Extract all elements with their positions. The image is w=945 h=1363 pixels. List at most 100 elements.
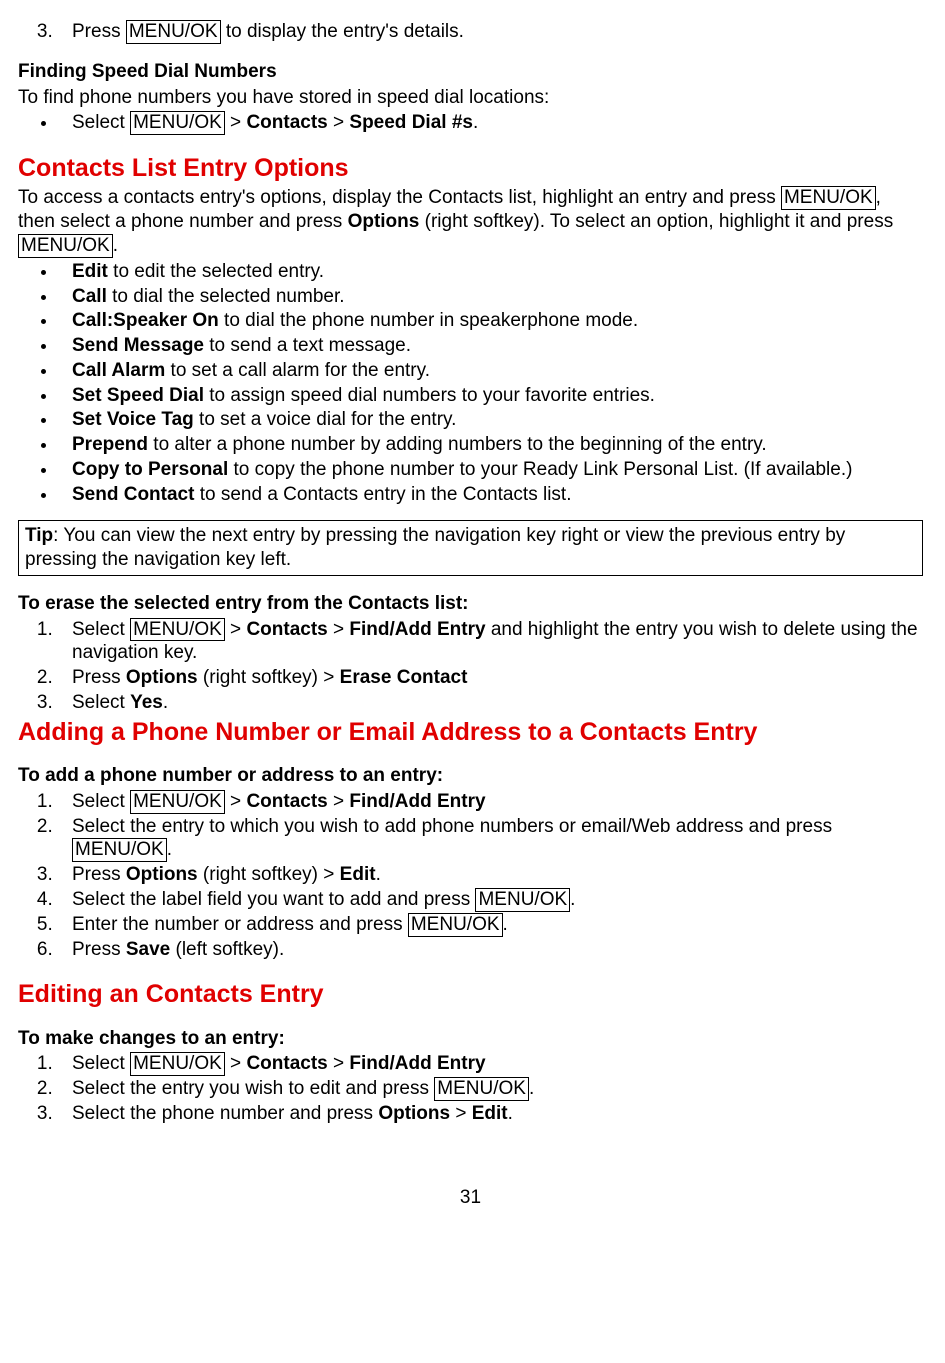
finding-item: Select MENU/OK > Contacts > Speed Dial #… bbox=[58, 111, 923, 135]
save-word: Save bbox=[126, 939, 170, 960]
findadd-word: Find/Add Entry bbox=[349, 791, 485, 812]
add-step1: Select MENU/OK > Contacts > Find/Add Ent… bbox=[58, 790, 923, 814]
erase2-b: (right softkey) > bbox=[198, 667, 340, 688]
add6-a: Press bbox=[72, 939, 126, 960]
sep: > bbox=[328, 619, 350, 640]
erase-list: Select MENU/OK > Contacts > Find/Add Ent… bbox=[18, 618, 923, 715]
add-step3: Press Options (right softkey) > Edit. bbox=[58, 863, 923, 887]
add3-a: Press bbox=[72, 864, 126, 885]
opt-copy-desc: to copy the phone number to your Ready L… bbox=[228, 459, 852, 480]
options-heading: Contacts List Entry Options bbox=[18, 153, 923, 184]
options-list: Edit to edit the selected entry. Call to… bbox=[18, 260, 923, 507]
options-intro-c: (right softkey). To select an option, hi… bbox=[419, 211, 893, 232]
menuok-key: MENU/OK bbox=[408, 913, 503, 937]
edit-step1: Select MENU/OK > Contacts > Find/Add Ent… bbox=[58, 1052, 923, 1076]
edit-subhead: To make changes to an entry: bbox=[18, 1027, 923, 1051]
opt-msg-desc: to send a text message. bbox=[204, 335, 411, 356]
list-item: Set Voice Tag to set a voice dial for th… bbox=[58, 408, 923, 432]
menuok-key: MENU/OK bbox=[781, 186, 876, 210]
menuok-key: MENU/OK bbox=[72, 838, 167, 862]
menuok-key: MENU/OK bbox=[126, 20, 221, 44]
erase-heading: To erase the selected entry from the Con… bbox=[18, 592, 923, 616]
opt-sd-label: Set Speed Dial bbox=[72, 385, 204, 406]
menuok-key: MENU/OK bbox=[130, 618, 225, 642]
findadd-word: Find/Add Entry bbox=[349, 1053, 485, 1074]
step3-text-a: Press bbox=[72, 21, 126, 42]
opt-pre-label: Prepend bbox=[72, 434, 148, 455]
opt-vt-desc: to set a voice dial for the entry. bbox=[194, 409, 457, 430]
add4-b: . bbox=[570, 889, 575, 910]
edit1-a: Select bbox=[72, 1053, 130, 1074]
finding-text-a: Select bbox=[72, 112, 130, 133]
erase-step2: Press Options (right softkey) > Erase Co… bbox=[58, 666, 923, 690]
options-intro-d: . bbox=[113, 235, 118, 256]
options-word: Options bbox=[126, 667, 198, 688]
list-item: Copy to Personal to copy the phone numbe… bbox=[58, 458, 923, 482]
finding-text-b: > bbox=[225, 112, 247, 133]
list-item: Call Alarm to set a call alarm for the e… bbox=[58, 359, 923, 383]
opt-msg-label: Send Message bbox=[72, 335, 204, 356]
contacts-word: Contacts bbox=[246, 1053, 327, 1074]
finding-intro: To find phone numbers you have stored in… bbox=[18, 86, 923, 110]
opt-edit-desc: to edit the selected entry. bbox=[108, 261, 324, 282]
sep: > bbox=[225, 1053, 247, 1074]
add2-b: . bbox=[167, 839, 172, 860]
opt-send-desc: to send a Contacts entry in the Contacts… bbox=[194, 484, 571, 505]
step3-item: Press MENU/OK to display the entry's det… bbox=[58, 20, 923, 44]
contacts-word: Contacts bbox=[246, 112, 327, 133]
menuok-key: MENU/OK bbox=[130, 790, 225, 814]
sep: > bbox=[225, 791, 247, 812]
findadd-word: Find/Add Entry bbox=[349, 619, 485, 640]
add3-c: . bbox=[376, 864, 381, 885]
erase-step1: Select MENU/OK > Contacts > Find/Add Ent… bbox=[58, 618, 923, 666]
finding-text-c: > bbox=[328, 112, 350, 133]
edit-word: Edit bbox=[472, 1103, 508, 1124]
opt-vt-label: Set Voice Tag bbox=[72, 409, 194, 430]
editing-heading: Editing an Contacts Entry bbox=[18, 979, 923, 1010]
add3-b: (right softkey) > bbox=[198, 864, 340, 885]
add-subhead: To add a phone number or address to an e… bbox=[18, 764, 923, 788]
options-word: Options bbox=[126, 864, 198, 885]
options-word: Options bbox=[378, 1103, 450, 1124]
yes-word: Yes bbox=[130, 692, 163, 713]
finding-text-d: . bbox=[473, 112, 478, 133]
add-step5: Enter the number or address and press ME… bbox=[58, 913, 923, 937]
erase2-a: Press bbox=[72, 667, 126, 688]
menuok-key: MENU/OK bbox=[434, 1077, 529, 1101]
add5-b: . bbox=[503, 914, 508, 935]
menuok-key: MENU/OK bbox=[130, 1052, 225, 1076]
finding-list: Select MENU/OK > Contacts > Speed Dial #… bbox=[18, 111, 923, 135]
sep: > bbox=[328, 1053, 350, 1074]
edit-step2: Select the entry you wish to edit and pr… bbox=[58, 1077, 923, 1101]
add1-a: Select bbox=[72, 791, 130, 812]
opt-alarm-desc: to set a call alarm for the entry. bbox=[165, 360, 430, 381]
add6-b: (left softkey). bbox=[170, 939, 284, 960]
opt-call-desc: to dial the selected number. bbox=[107, 286, 345, 307]
list-item: Set Speed Dial to assign speed dial numb… bbox=[58, 384, 923, 408]
edit-word: Edit bbox=[340, 864, 376, 885]
list-item: Prepend to alter a phone number by addin… bbox=[58, 433, 923, 457]
edit3-b: > bbox=[450, 1103, 472, 1124]
adding-heading: Adding a Phone Number or Email Address t… bbox=[18, 717, 923, 748]
list-item: Call to dial the selected number. bbox=[58, 285, 923, 309]
list-item: Send Message to send a text message. bbox=[58, 334, 923, 358]
add-step4: Select the label field you want to add a… bbox=[58, 888, 923, 912]
list-item: Call:Speaker On to dial the phone number… bbox=[58, 309, 923, 333]
erase3-b: . bbox=[163, 692, 168, 713]
erase-step3: Select Yes. bbox=[58, 691, 923, 715]
speeddial-word: Speed Dial #s bbox=[349, 112, 473, 133]
sep: > bbox=[328, 791, 350, 812]
add-list: Select MENU/OK > Contacts > Find/Add Ent… bbox=[18, 790, 923, 962]
menuok-key: MENU/OK bbox=[475, 888, 570, 912]
erase3-a: Select bbox=[72, 692, 130, 713]
edit2-a: Select the entry you wish to edit and pr… bbox=[72, 1078, 434, 1099]
opt-sd-desc: to assign speed dial numbers to your fav… bbox=[204, 385, 655, 406]
options-intro-a: To access a contacts entry's options, di… bbox=[18, 187, 781, 208]
edit-list: Select MENU/OK > Contacts > Find/Add Ent… bbox=[18, 1052, 923, 1125]
edit-step3: Select the phone number and press Option… bbox=[58, 1102, 923, 1126]
opt-copy-label: Copy to Personal bbox=[72, 459, 228, 480]
tip-text: : You can view the next entry by pressin… bbox=[25, 525, 845, 570]
add-step2: Select the entry to which you wish to ad… bbox=[58, 815, 923, 863]
step3-list: Press MENU/OK to display the entry's det… bbox=[18, 20, 923, 44]
menuok-key: MENU/OK bbox=[18, 234, 113, 258]
